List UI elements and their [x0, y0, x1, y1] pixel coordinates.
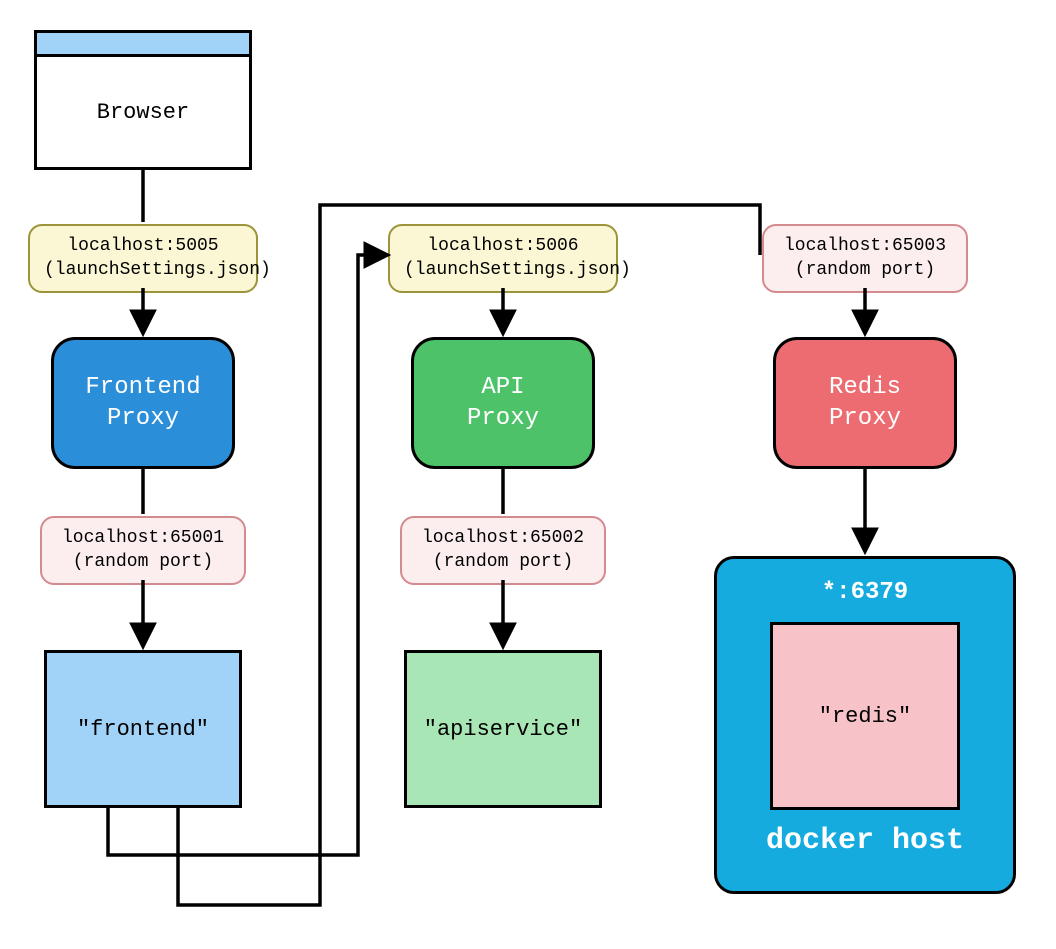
frontend-proxy-box: Frontend Proxy	[51, 337, 235, 469]
frontend-port-label: localhost:5005 (launchSettings.json)	[28, 224, 258, 293]
api-port-label: localhost:5006 (launchSettings.json)	[388, 224, 618, 293]
frontend-internal-label: localhost:65001 (random port)	[40, 516, 246, 585]
browser-titlebar	[37, 33, 249, 57]
docker-host-label: docker host	[766, 824, 964, 858]
architecture-diagram: Browser localhost:5005 (launchSettings.j…	[0, 0, 1056, 949]
docker-host-box: *:6379 "redis" docker host	[714, 556, 1016, 894]
redis-proxy-box: Redis Proxy	[773, 337, 957, 469]
redis-port-label: localhost:65003 (random port)	[762, 224, 968, 293]
redis-service-box: "redis"	[770, 622, 960, 810]
browser-node: Browser	[34, 30, 252, 170]
api-proxy-box: API Proxy	[411, 337, 595, 469]
docker-port-label: *:6379	[822, 579, 908, 606]
api-internal-label: localhost:65002 (random port)	[400, 516, 606, 585]
browser-label: Browser	[37, 57, 249, 167]
frontend-service-box: "frontend"	[44, 650, 242, 808]
apiservice-box: "apiservice"	[404, 650, 602, 808]
